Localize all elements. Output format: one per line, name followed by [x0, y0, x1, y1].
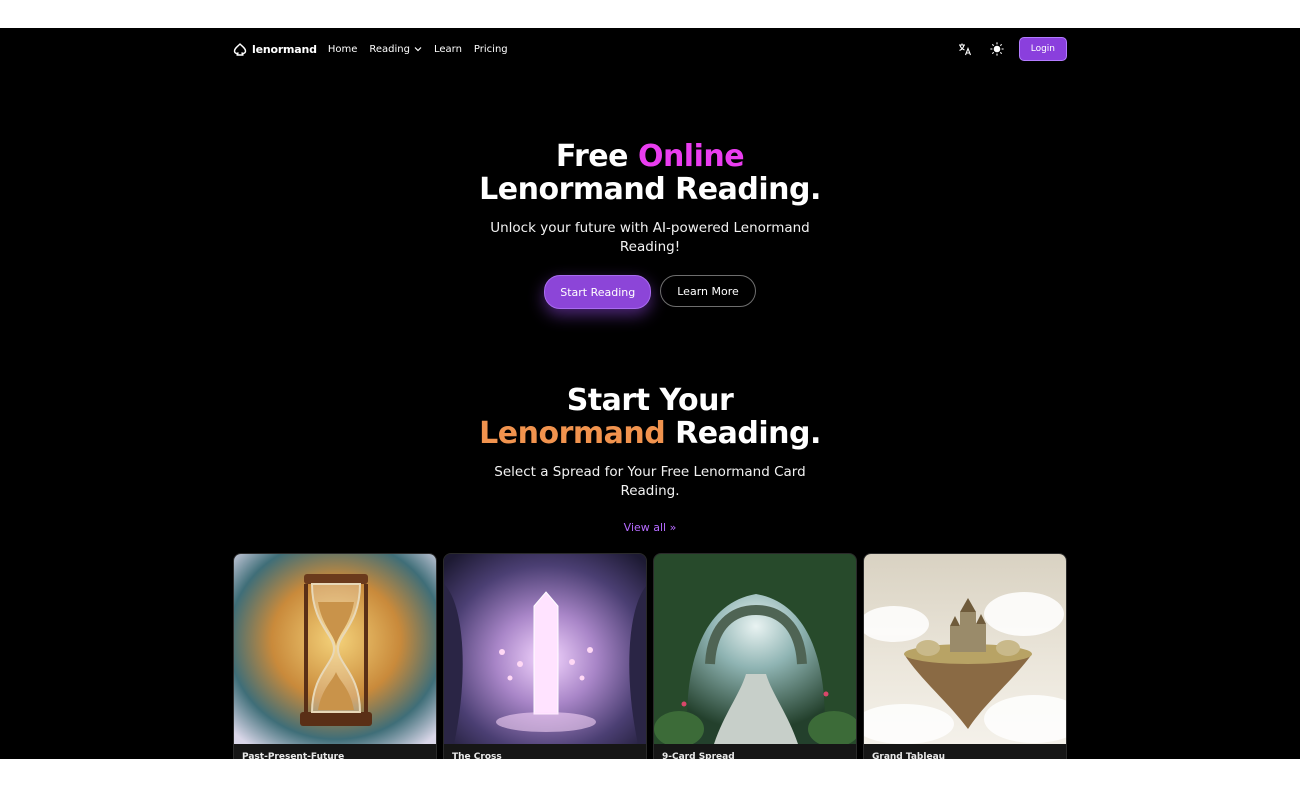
- spread-card-grand-tableau[interactable]: Grand Tableau: [863, 553, 1067, 759]
- language-button[interactable]: [955, 39, 975, 59]
- spreads-title: Start Your Lenormand Reading.: [0, 384, 1300, 450]
- spread-card-past-present-future[interactable]: Past-Present-Future: [233, 553, 437, 759]
- page: lenormand Home Reading Learn Pricing Log…: [0, 28, 1300, 759]
- spread-card-title: Grand Tableau: [872, 752, 946, 759]
- hero-title: Free Online Lenormand Reading.: [0, 140, 1300, 206]
- spread-cards: Past-Present-Future The Cross 9-Card Spr…: [233, 553, 1067, 759]
- spread-card-the-cross[interactable]: The Cross: [443, 553, 647, 759]
- hero-title-accent: Online: [637, 139, 745, 174]
- nav-actions: Login: [955, 37, 1067, 61]
- crystal-image: [444, 554, 646, 744]
- floating-island-image: [864, 554, 1066, 744]
- spread-card-title: 9-Card Spread: [662, 752, 735, 759]
- hero-title-line2: Lenormand Reading.: [479, 172, 821, 207]
- nav-pricing[interactable]: Pricing: [474, 44, 508, 55]
- spreads-title-accent: Lenormand: [479, 416, 666, 451]
- translate-icon: [958, 43, 971, 56]
- learn-more-button[interactable]: Learn More: [660, 275, 756, 307]
- theme-toggle[interactable]: [987, 39, 1007, 59]
- nav-reading[interactable]: Reading: [369, 44, 422, 55]
- garden-arch-image: [654, 554, 856, 744]
- spade-icon: [233, 42, 247, 56]
- chevron-down-icon: [414, 47, 422, 52]
- spreads-subtitle: Select a Spread for Your Free Lenormand …: [494, 464, 806, 499]
- spread-card-title: The Cross: [452, 752, 502, 759]
- spreads-section: Start Your Lenormand Reading. Select a S…: [0, 384, 1300, 535]
- login-button[interactable]: Login: [1018, 37, 1067, 61]
- sun-icon: [989, 42, 1004, 56]
- brand-name: lenormand: [252, 42, 317, 56]
- nav-learn[interactable]: Learn: [434, 44, 462, 55]
- spread-card-title: Past-Present-Future: [242, 752, 345, 759]
- hero-section: Free Online Lenormand Reading. Unlock yo…: [0, 140, 1300, 309]
- hero-title-part1: Free: [555, 139, 638, 174]
- brand-logo[interactable]: lenormand: [233, 43, 317, 56]
- spread-card-9-card-spread[interactable]: 9-Card Spread: [653, 553, 857, 759]
- hero-buttons: Start Reading Learn More: [0, 275, 1300, 309]
- start-reading-button[interactable]: Start Reading: [544, 275, 652, 309]
- hourglass-image: [234, 554, 436, 744]
- hero-subtitle: Unlock your future with AI-powered Lenor…: [490, 220, 810, 255]
- view-all-link[interactable]: View all »: [624, 521, 677, 534]
- nav-home[interactable]: Home: [328, 44, 358, 55]
- spreads-title-rest: Reading.: [665, 416, 821, 451]
- nav-reading-label: Reading: [369, 43, 410, 55]
- top-nav: lenormand Home Reading Learn Pricing Log…: [233, 37, 1067, 61]
- spreads-title-line1: Start Your: [566, 383, 734, 418]
